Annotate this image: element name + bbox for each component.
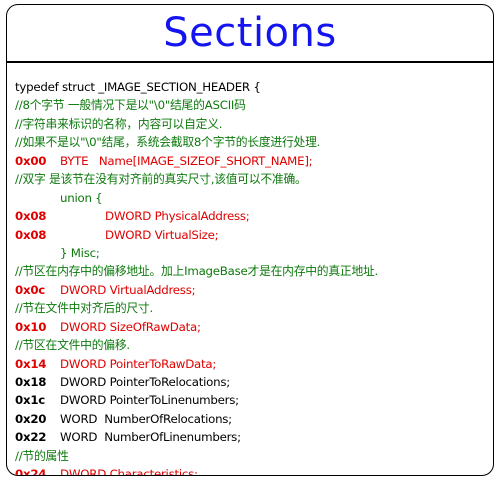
- field-line-number-of-linenumbers: 0x22 WORD NumberOfLinenumbers;: [15, 428, 493, 446]
- sections-card: Sections typedef struct _IMAGE_SECTION_H…: [6, 4, 494, 476]
- union-close-line: } Misc;: [60, 245, 100, 260]
- field-line-name: 0x00 BYTE Name[IMAGE_SIZEOF_SHORT_NAME];: [15, 152, 493, 170]
- struct-code-block: typedef struct _IMAGE_SECTION_HEADER { /…: [7, 63, 493, 476]
- comment-line: //字符串来标识的名称，内容可以自定义.: [15, 116, 223, 131]
- comment-line: //双字 是该节在没有对齐前的真实尺寸,该值可以不准确。: [15, 172, 307, 187]
- field-line-characteristics: 0x24 DWORD Characteristics;: [15, 465, 493, 476]
- field-offset: 0x10: [15, 319, 47, 334]
- field-offset: 0x00: [15, 153, 47, 168]
- comment-line: //8个字节 一般情况下是以"\0"结尾的ASCII码: [15, 98, 246, 113]
- field-decl: DWORD Characteristics;: [60, 467, 198, 476]
- union-open-line: union {: [60, 190, 103, 205]
- field-decl: DWORD VirtualSize;: [105, 227, 219, 242]
- field-decl: DWORD PointerToLinenumbers;: [60, 393, 239, 408]
- field-decl: DWORD PointerToRawData;: [60, 356, 217, 371]
- comment-line: //如果不是以"\0"结尾，系统会截取8个字节的长度进行处理.: [15, 135, 321, 150]
- field-decl: DWORD VirtualAddress;: [60, 282, 196, 297]
- comment-line: //节的属性: [15, 448, 69, 463]
- field-offset: 0x08: [15, 209, 47, 224]
- field-line-pointer-to-raw-data: 0x14 DWORD PointerToRawData;: [15, 355, 493, 373]
- field-decl: DWORD PhysicalAddress;: [105, 209, 250, 224]
- field-line-size-of-raw-data: 0x10 DWORD SizeOfRawData;: [15, 318, 493, 336]
- field-offset: 0x0c: [15, 282, 46, 297]
- field-line-virtual-address: 0x0c DWORD VirtualAddress;: [15, 281, 493, 299]
- card-title: Sections: [163, 10, 337, 56]
- field-decl: DWORD PointerToRelocations;: [60, 375, 230, 389]
- field-line-number-of-relocations: 0x20 WORD NumberOfRelocations;: [15, 410, 493, 428]
- field-decl: WORD NumberOfRelocations;: [60, 411, 232, 426]
- struct-open-line: typedef struct _IMAGE_SECTION_HEADER {: [15, 80, 261, 94]
- card-header: Sections: [7, 5, 493, 63]
- field-line-physical-address: 0x08 DWORD PhysicalAddress;: [15, 207, 493, 225]
- field-offset: 0x18: [15, 375, 47, 389]
- field-offset: 0x24: [15, 467, 47, 476]
- field-decl: WORD NumberOfLinenumbers;: [60, 430, 241, 445]
- field-offset: 0x14: [15, 356, 47, 371]
- field-decl: DWORD SizeOfRawData;: [60, 319, 201, 334]
- field-decl: BYTE Name[IMAGE_SIZEOF_SHORT_NAME];: [60, 153, 313, 168]
- comment-line: //节在文件中对齐后的尺寸.: [15, 301, 153, 316]
- field-line-pointer-to-linenumbers: 0x1c DWORD PointerToLinenumbers;: [15, 391, 493, 409]
- field-offset: 0x08: [15, 227, 47, 242]
- field-line-virtual-size: 0x08 DWORD VirtualSize;: [15, 226, 493, 244]
- field-offset: 0x1c: [15, 393, 46, 408]
- field-offset: 0x20: [15, 411, 47, 426]
- comment-line: //节区在文件中的偏移.: [15, 338, 130, 353]
- comment-line: //节区在内存中的偏移地址。加上ImageBase才是在内存中的真正地址.: [15, 264, 379, 279]
- field-line-pointer-to-relocations: 0x18 DWORD PointerToRelocations;: [15, 373, 493, 391]
- field-offset: 0x22: [15, 430, 47, 445]
